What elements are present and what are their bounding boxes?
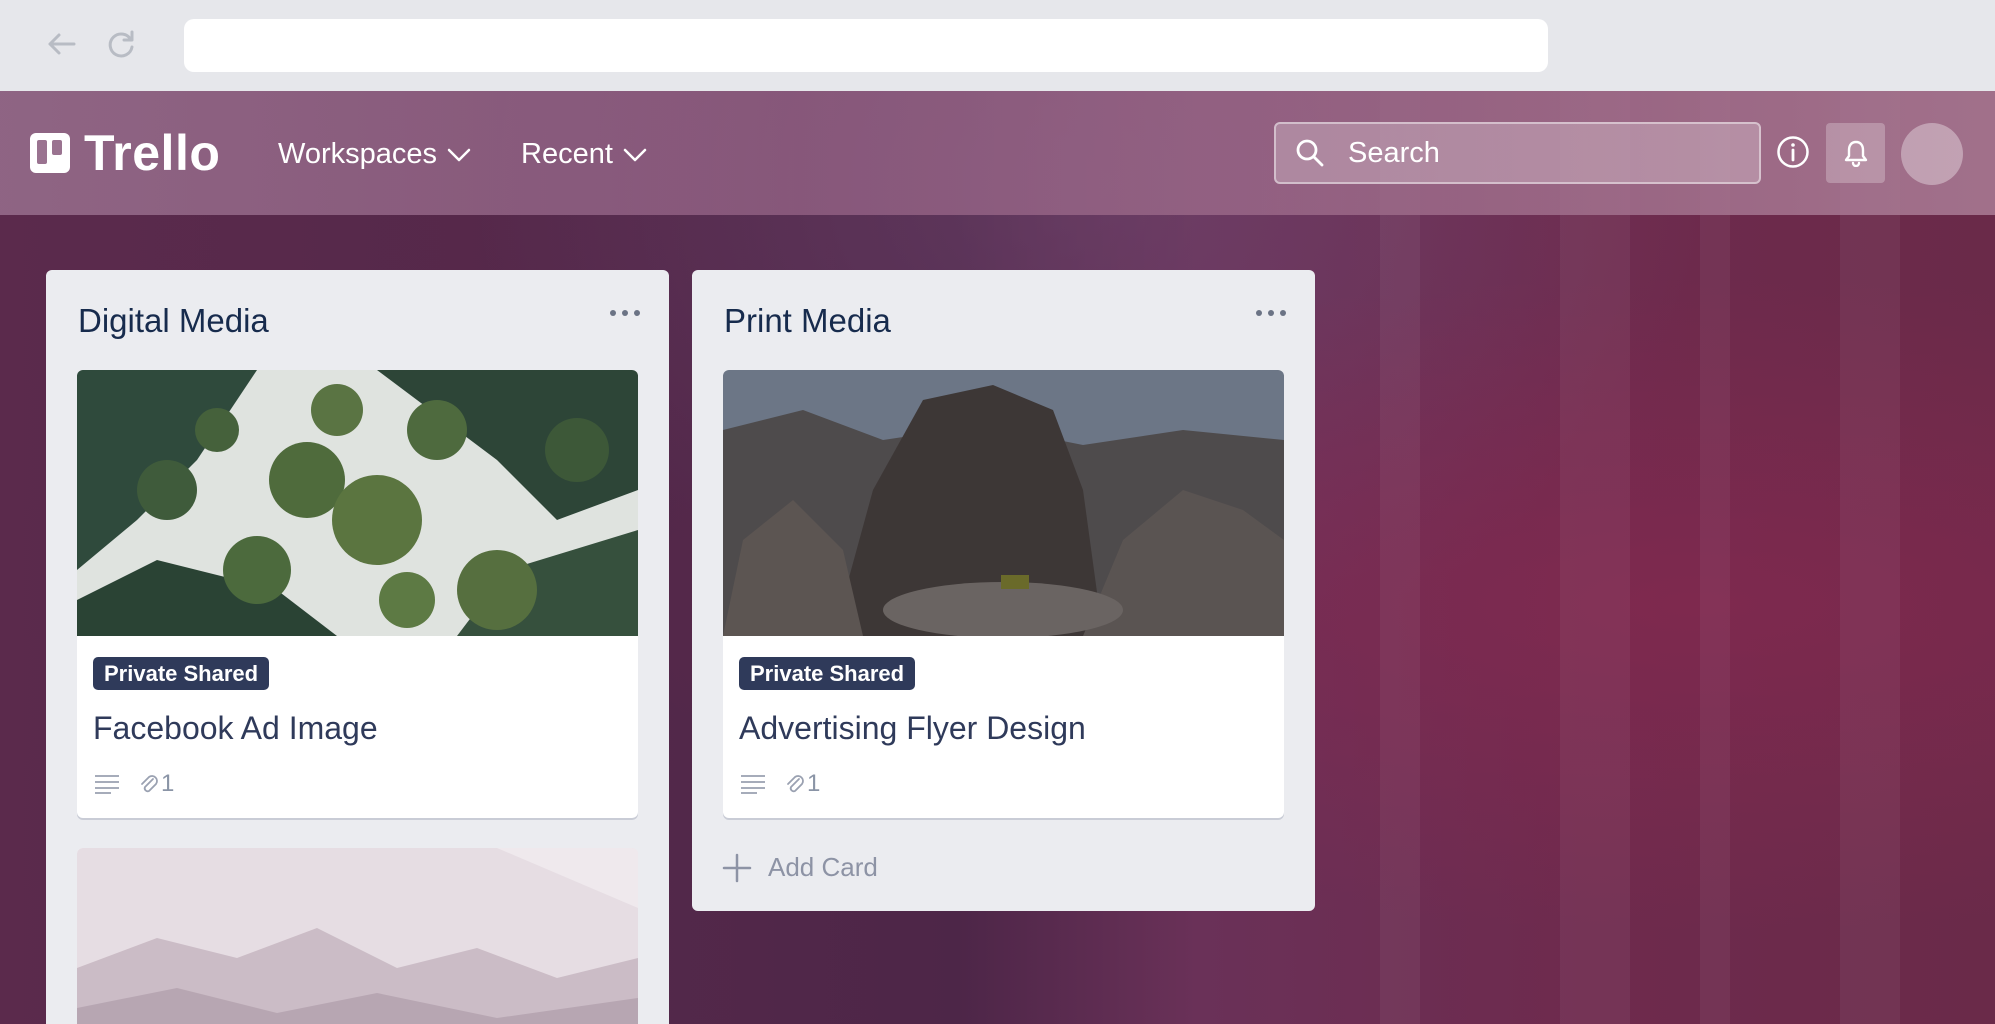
brand-name: Trello	[84, 125, 221, 181]
search-input[interactable]: Search	[1274, 122, 1761, 184]
trello-logo[interactable]: Trello	[30, 125, 221, 181]
bell-icon	[1844, 140, 1867, 167]
trello-logo-icon	[30, 133, 70, 173]
card-cover-image	[77, 848, 638, 1024]
add-card-button[interactable]: Add Card	[722, 852, 878, 883]
more-options-icon[interactable]	[609, 308, 641, 318]
description-icon	[741, 775, 765, 794]
list-print-media: Print Media Private Shared Advertising F…	[692, 270, 1315, 911]
card-facebook-ad-image[interactable]: Private Shared Facebook Ad Image 1	[77, 370, 638, 818]
attachment-count: 1	[161, 770, 175, 797]
chevron-down-icon	[447, 148, 471, 161]
back-arrow-icon[interactable]	[44, 27, 78, 61]
notifications-button[interactable]	[1826, 123, 1885, 183]
add-card-label: Add Card	[768, 852, 878, 882]
workspaces-label: Workspaces	[278, 138, 438, 170]
browser-chrome	[0, 0, 1995, 91]
card-title: Advertising Flyer Design	[739, 710, 1086, 746]
search-placeholder: Search	[1348, 136, 1440, 169]
card-advertising-flyer-design[interactable]: Private Shared Advertising Flyer Design …	[723, 370, 1284, 818]
info-icon[interactable]	[1776, 135, 1810, 169]
list-digital-media: Digital Media Private Shared Facebook Ad…	[46, 270, 669, 1024]
workspaces-menu[interactable]: Workspaces	[278, 138, 471, 171]
more-options-icon[interactable]	[1255, 308, 1287, 318]
card-meta: 1	[739, 770, 820, 798]
reload-icon[interactable]	[104, 27, 138, 61]
recent-label: Recent	[521, 138, 613, 170]
app-header: Trello Workspaces Recent Search	[0, 91, 1995, 215]
list-title: Print Media	[724, 302, 891, 339]
plus-icon	[722, 853, 752, 882]
user-avatar[interactable]	[1901, 123, 1963, 185]
card-meta: 1	[93, 770, 174, 798]
card-cover-image	[77, 370, 638, 636]
address-bar[interactable]	[184, 19, 1548, 72]
attachment-icon	[141, 775, 158, 793]
label-badge[interactable]: Private Shared	[93, 657, 270, 690]
attachment-count: 1	[807, 770, 821, 797]
card-title: Facebook Ad Image	[93, 710, 378, 746]
card-cover-image	[723, 370, 1284, 638]
description-icon	[95, 775, 119, 794]
card-cover-partial[interactable]	[77, 848, 638, 1024]
label-badge[interactable]: Private Shared	[739, 657, 916, 690]
search-icon	[1296, 139, 1324, 167]
recent-menu[interactable]: Recent	[521, 138, 647, 171]
chevron-down-icon	[623, 148, 647, 161]
list-title: Digital Media	[78, 302, 269, 339]
attachment-icon	[787, 775, 804, 793]
